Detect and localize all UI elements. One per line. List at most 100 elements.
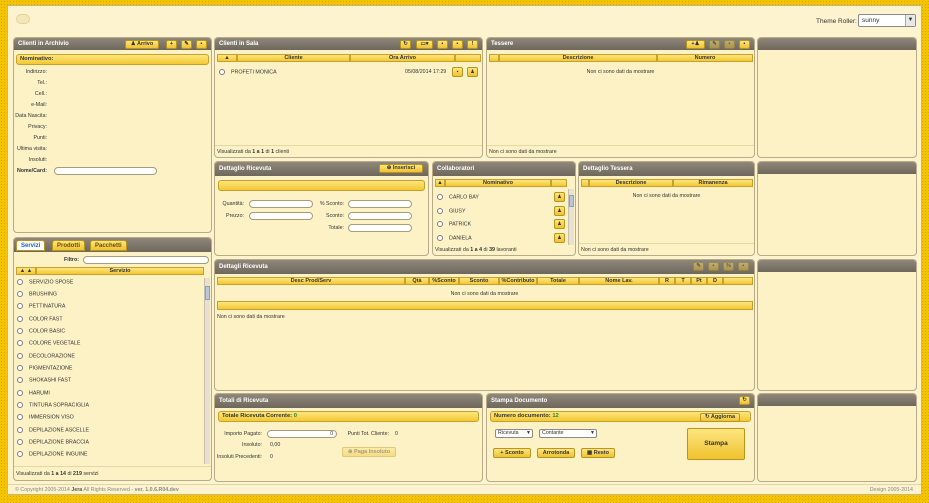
- importo-pagato-input[interactable]: 0: [267, 430, 337, 438]
- add-tessera-button[interactable]: +♟: [686, 39, 705, 49]
- list-item[interactable]: PATRICK: [437, 221, 471, 227]
- list-item[interactable]: DEPILAZIONE INGUINE: [17, 451, 88, 457]
- edit-client-button[interactable]: ✎: [181, 39, 192, 49]
- sort-header[interactable]: ▲: [435, 179, 445, 187]
- list-item[interactable]: COLORE VEGETALE: [17, 340, 80, 346]
- prezzo-input[interactable]: [249, 212, 313, 220]
- collaboratori-scrollbar[interactable]: [568, 189, 574, 245]
- radio-button[interactable]: [17, 279, 23, 285]
- arrotonda-button[interactable]: Arrotonda: [537, 448, 575, 458]
- radio-button[interactable]: [437, 235, 443, 241]
- lock-button[interactable]: ▪: [452, 39, 463, 49]
- col-pct-contributo[interactable]: %Contributo: [499, 277, 537, 285]
- folder-button[interactable]: ▭▾: [416, 39, 433, 49]
- col-descrizione[interactable]: Descrizione: [589, 179, 673, 187]
- stampa-button[interactable]: Stampa: [687, 428, 745, 460]
- list-item[interactable]: COLOR BASIC: [17, 328, 65, 334]
- collaboratore-user-button[interactable]: ♟: [554, 219, 565, 229]
- edit-row-button[interactable]: ✎: [693, 262, 704, 271]
- table-row[interactable]: PROFETI MONICA 05/08/2014 17:29: [219, 69, 481, 75]
- add-client-button[interactable]: +: [166, 39, 177, 49]
- col-r[interactable]: R: [659, 277, 675, 285]
- radio-button[interactable]: [437, 221, 443, 227]
- radio-button[interactable]: [17, 316, 23, 322]
- sort-header[interactable]: ▲: [217, 54, 237, 62]
- info-button[interactable]: !: [467, 39, 478, 49]
- discount-row-button[interactable]: %: [723, 262, 734, 271]
- delete-client-button[interactable]: ▪: [196, 39, 207, 49]
- list-item[interactable]: HARUMI: [17, 390, 50, 396]
- tipo-documento-select[interactable]: Ricevuta ▼: [495, 429, 533, 438]
- list-item[interactable]: SERVIZIO SPOSE: [17, 279, 73, 285]
- radio-button[interactable]: [219, 69, 225, 75]
- totale-input[interactable]: [348, 224, 412, 232]
- nome-card-input[interactable]: [54, 167, 157, 175]
- resto-button[interactable]: ▦ Resto: [581, 448, 615, 458]
- tab-servizi[interactable]: Servizi: [16, 240, 46, 251]
- col-cliente[interactable]: Cliente: [237, 54, 350, 62]
- collaboratore-user-button[interactable]: ♟: [554, 206, 565, 216]
- delete-row-button[interactable]: ▪: [738, 262, 749, 271]
- list-item[interactable]: GIUSY: [437, 208, 465, 214]
- collaboratore-user-button[interactable]: ♟: [554, 233, 565, 243]
- col-d[interactable]: D: [707, 277, 723, 285]
- col-nominativo[interactable]: Nominativo: [445, 179, 551, 187]
- col-rimanenza[interactable]: Rimanenza: [673, 179, 753, 187]
- tab-pacchetti[interactable]: Pacchetti: [90, 240, 127, 251]
- client-action-button[interactable]: ▪: [452, 67, 463, 77]
- col-desc[interactable]: Desc Prod/Serv: [217, 277, 405, 285]
- inserisci-button[interactable]: ⊕ Inserisci: [379, 164, 423, 173]
- copy-row-button[interactable]: ▪: [708, 262, 719, 271]
- radio-button[interactable]: [17, 402, 23, 408]
- filtro-input[interactable]: [83, 256, 209, 264]
- pagamento-select[interactable]: Contante ▼: [539, 429, 597, 438]
- scroll-thumb[interactable]: [569, 195, 574, 207]
- radio-button[interactable]: [17, 451, 23, 457]
- paga-insoluto-button[interactable]: ⊕ Paga Insoluto: [342, 447, 396, 457]
- radio-button[interactable]: [17, 303, 23, 309]
- col-pt[interactable]: Pt: [691, 277, 707, 285]
- client-user-button[interactable]: ♟: [467, 67, 478, 77]
- radio-button[interactable]: [17, 377, 23, 383]
- sconto-pct-input[interactable]: [348, 200, 412, 208]
- servizi-scrollbar[interactable]: [204, 278, 210, 464]
- col-totale[interactable]: Totale: [537, 277, 579, 285]
- col-t[interactable]: T: [675, 277, 691, 285]
- servizi-sort-header[interactable]: ▲ ▲: [16, 267, 36, 275]
- list-item[interactable]: SHOKASHI FAST: [17, 377, 71, 383]
- refresh-button[interactable]: ↻: [739, 396, 750, 405]
- refresh-button[interactable]: ↻: [400, 39, 411, 49]
- radio-button[interactable]: [17, 439, 23, 445]
- col-descrizione[interactable]: Descrizione: [499, 54, 657, 62]
- col-pct-sconto[interactable]: %Sconto: [429, 277, 459, 285]
- list-item[interactable]: DECOLORAZIONE: [17, 353, 75, 359]
- list-item[interactable]: CARLO BAY: [437, 194, 479, 200]
- col-nome-lav[interactable]: Nome Lav.: [579, 277, 659, 285]
- sconto-button[interactable]: + Sconto: [493, 448, 531, 458]
- col-ora-arrivo[interactable]: Ora Arrivo: [350, 54, 455, 62]
- aggiorna-button[interactable]: ↻ Aggiorna: [700, 413, 740, 422]
- delete-tessera-button[interactable]: ▪: [724, 39, 735, 49]
- quantita-input[interactable]: [249, 200, 313, 208]
- radio-button[interactable]: [17, 427, 23, 433]
- list-item[interactable]: TINTURA SOPRACIGLIA: [17, 402, 89, 408]
- scroll-thumb[interactable]: [205, 286, 210, 300]
- col-sconto[interactable]: Sconto: [459, 277, 499, 285]
- tab-prodotti[interactable]: Prodotti: [52, 240, 85, 251]
- radio-button[interactable]: [17, 414, 23, 420]
- list-item[interactable]: COLOR FAST: [17, 316, 63, 322]
- radio-button[interactable]: [17, 353, 23, 359]
- radio-button[interactable]: [17, 365, 23, 371]
- list-item[interactable]: DEPILAZIONE BRACCIA: [17, 439, 89, 445]
- servizi-col-header[interactable]: Servizio: [36, 267, 204, 275]
- radio-button[interactable]: [17, 390, 23, 396]
- sconto-input[interactable]: [348, 212, 412, 220]
- list-item[interactable]: IMMERSION VISO: [17, 414, 74, 420]
- list-item[interactable]: DANIELA: [437, 235, 472, 241]
- radio-button[interactable]: [17, 340, 23, 346]
- col-numero[interactable]: Numero: [657, 54, 753, 62]
- edit-button[interactable]: ▪: [437, 39, 448, 49]
- theme-roller-select[interactable]: sunny ▼: [858, 14, 916, 27]
- col-qta[interactable]: Qtà: [405, 277, 429, 285]
- list-item[interactable]: PIGMENTAZIONE: [17, 365, 72, 371]
